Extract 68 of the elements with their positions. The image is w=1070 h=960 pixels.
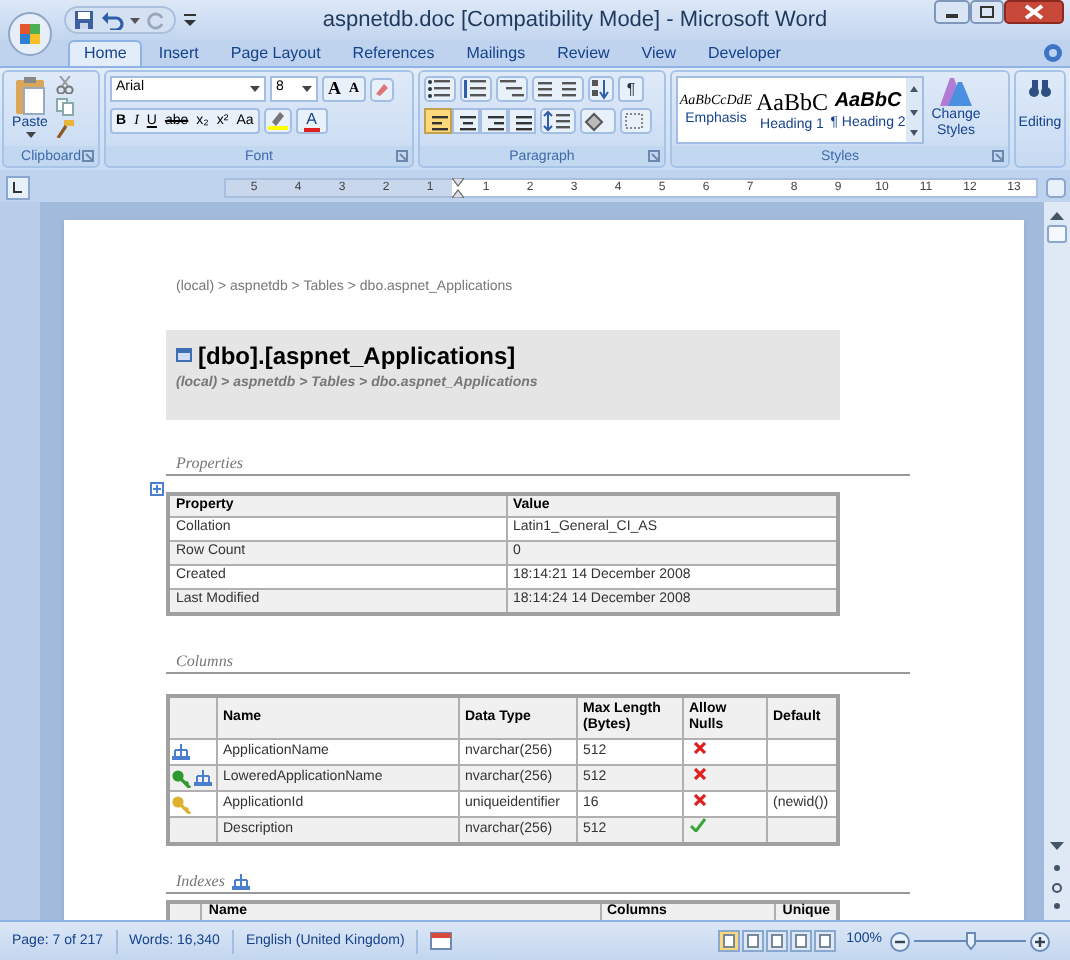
scissors-icon[interactable] [56, 76, 74, 94]
caret-icon [250, 85, 260, 93]
ribbon-tab[interactable]: Review [541, 40, 626, 66]
view-icon[interactable] [790, 930, 813, 952]
line-spacing-icon[interactable] [540, 108, 576, 134]
bullets-icon[interactable] [424, 76, 456, 102]
ribbon-tab[interactable]: Home [68, 40, 143, 66]
zoom-slider-thumb[interactable] [965, 931, 975, 949]
restore-button[interactable] [970, 0, 1004, 24]
section-heading: Properties [176, 455, 243, 471]
zoom-in-icon[interactable] [1030, 931, 1050, 951]
customize-caret-icon[interactable] [184, 10, 196, 30]
dialog-launcher-icon[interactable] [992, 150, 1004, 162]
ribbon-tab[interactable]: View [625, 40, 692, 66]
key-icon [172, 795, 192, 813]
shading-icon[interactable] [580, 108, 616, 134]
tab-selector-icon[interactable] [6, 175, 30, 199]
help-icon[interactable] [1044, 44, 1062, 62]
ribbon-tab[interactable]: Mailings [450, 40, 542, 66]
highlight-icon[interactable] [263, 108, 292, 134]
view-icon[interactable] [814, 930, 837, 952]
proofing-icon[interactable] [430, 932, 453, 950]
multilevel-list-icon[interactable] [496, 76, 528, 102]
dialog-launcher-icon[interactable] [648, 150, 660, 162]
clear-formatting-icon[interactable] [369, 77, 394, 101]
ribbon-tab[interactable]: Developer [692, 40, 797, 66]
grow-font-button[interactable]: A [324, 78, 345, 100]
vertical-scrollbar[interactable] [1044, 202, 1070, 920]
caret-icon [25, 132, 35, 140]
font-color-button[interactable]: A [295, 108, 328, 134]
zoom-out-icon[interactable] [890, 931, 910, 951]
section-heading: Indexes [176, 873, 225, 889]
key-icon [172, 769, 192, 787]
copy-icon[interactable] [56, 98, 74, 116]
ribbon-tab[interactable]: Insert [142, 40, 215, 66]
table-title: [dbo].[aspnet_Applications] [198, 343, 516, 367]
ribbon-tab[interactable]: References [336, 40, 451, 66]
window-title: aspnetdb.doc [Compatibility Mode] - Microsoft Word [320, 5, 830, 36]
section-heading: Columns [176, 653, 233, 669]
move-handle-icon[interactable] [150, 481, 164, 495]
view-icon[interactable] [742, 930, 765, 952]
minimize-button[interactable] [934, 0, 970, 24]
brush-icon[interactable] [56, 120, 74, 138]
align-right-button[interactable] [480, 108, 508, 134]
indent-icon[interactable] [532, 76, 584, 102]
dialog-launcher-icon[interactable] [396, 150, 408, 162]
align-left-button[interactable] [424, 108, 452, 134]
table-icon [176, 348, 192, 362]
hierarchy-icon [194, 770, 212, 786]
show-marks-button[interactable]: ¶ [618, 76, 644, 102]
save-icon[interactable] [74, 10, 94, 30]
dialog-launcher-icon[interactable] [82, 150, 94, 162]
caret-icon [302, 85, 312, 93]
styles-icon [938, 76, 974, 108]
hierarchy-icon [172, 744, 190, 760]
hierarchy-icon [232, 873, 251, 889]
align-justify-button[interactable] [508, 108, 536, 134]
binoculars-icon [1028, 78, 1052, 98]
close-button[interactable] [1004, 0, 1064, 24]
sort-icon[interactable] [588, 76, 614, 102]
borders-icon[interactable] [620, 108, 652, 134]
view-icon[interactable] [766, 930, 789, 952]
view-icon[interactable] [718, 930, 741, 952]
numbering-icon[interactable] [460, 76, 492, 102]
undo-icon[interactable] [100, 10, 124, 30]
gallery-scroll-icon [906, 78, 922, 142]
align-center-button[interactable] [452, 108, 480, 134]
ribbon-tab[interactable]: Page Layout [214, 40, 337, 66]
